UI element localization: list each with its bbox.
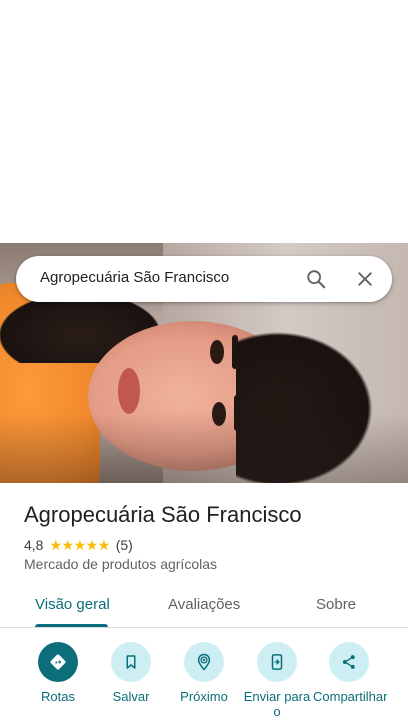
- star-rating-icon: ★★★★★: [49, 536, 110, 553]
- tab-reviews[interactable]: Avaliações: [168, 596, 240, 613]
- search-query[interactable]: Agropecuária São Francisco: [40, 269, 229, 286]
- save-label: Salvar: [112, 689, 150, 704]
- place-category[interactable]: Mercado de produtos agrícolas: [24, 556, 217, 572]
- nearby-button[interactable]: Próximo: [168, 642, 240, 704]
- close-icon[interactable]: [351, 265, 379, 293]
- review-count[interactable]: (5): [116, 537, 133, 553]
- directions-button[interactable]: Rotas: [22, 642, 94, 704]
- share-icon[interactable]: [329, 642, 369, 682]
- directions-icon[interactable]: [38, 642, 78, 682]
- active-tab-indicator: [35, 624, 108, 627]
- tab-bar: Visão geral Avaliações Sobre: [0, 585, 408, 628]
- rating-row[interactable]: 4,8 ★★★★★ (5): [24, 536, 133, 554]
- search-bar[interactable]: Agropecuária São Francisco: [16, 256, 392, 302]
- send-to-phone-button[interactable]: Enviar para o: [241, 642, 313, 719]
- share-button[interactable]: Compartilhar: [313, 642, 388, 704]
- nearby-icon[interactable]: [184, 642, 224, 682]
- share-label: Compartilhar: [313, 689, 388, 704]
- rating-value: 4,8: [24, 537, 44, 553]
- place-title: Agropecuária São Francisco: [24, 502, 302, 527]
- nearby-label: Próximo: [180, 689, 228, 704]
- tab-overview[interactable]: Visão geral: [35, 596, 110, 613]
- tab-about[interactable]: Sobre: [316, 596, 356, 613]
- map-area[interactable]: [0, 0, 408, 243]
- send-to-phone-icon[interactable]: [257, 642, 297, 682]
- save-button[interactable]: Salvar: [95, 642, 167, 704]
- search-icon[interactable]: [302, 265, 330, 293]
- send-to-phone-label: Enviar para o: [243, 689, 311, 719]
- bookmark-icon[interactable]: [111, 642, 151, 682]
- directions-label: Rotas: [41, 689, 75, 704]
